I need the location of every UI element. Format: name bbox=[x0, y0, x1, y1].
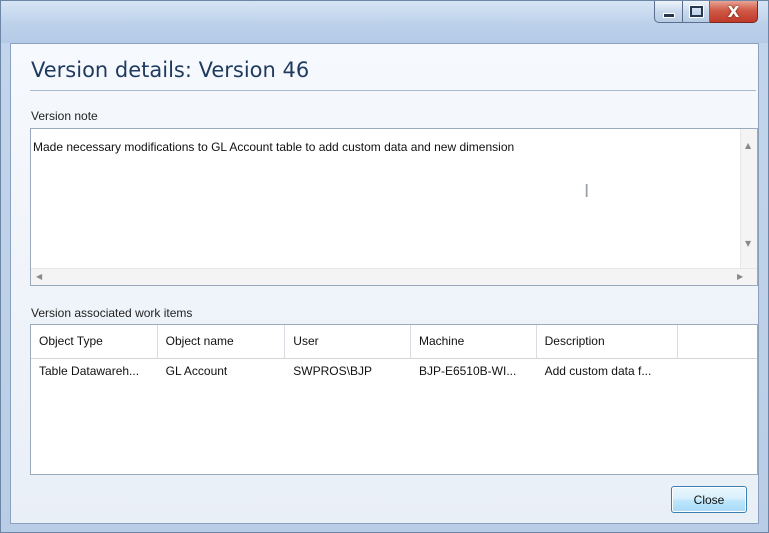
cell-user: SWPROS\BJP bbox=[293, 364, 372, 378]
minimize-icon bbox=[662, 13, 675, 18]
column-header-object-name[interactable]: Object name bbox=[158, 325, 286, 358]
maximize-button[interactable] bbox=[683, 1, 710, 23]
title-bar[interactable]: X bbox=[1, 1, 768, 43]
scroll-right-icon[interactable]: ▶ bbox=[737, 272, 743, 281]
version-details-window: X Version details: Version 46 Version no… bbox=[0, 0, 769, 533]
version-note-textbox[interactable]: Made necessary modifications to GL Accou… bbox=[30, 128, 758, 286]
cell-machine: BJP-E6510B-WI... bbox=[418, 364, 517, 378]
cell-object-type: Table Datawareh... bbox=[39, 364, 140, 378]
i-beam-cursor-icon: I bbox=[584, 181, 590, 202]
vertical-scrollbar[interactable]: ▲ ▼ bbox=[740, 129, 757, 268]
dialog-client-area: Version details: Version 46 Version note… bbox=[10, 43, 759, 524]
cell-object-name: GL Account bbox=[165, 364, 228, 378]
close-button[interactable]: Close bbox=[671, 486, 747, 513]
column-header-object-type[interactable]: Object Type bbox=[31, 325, 158, 358]
scroll-down-icon[interactable]: ▼ bbox=[745, 239, 751, 248]
cell-filler bbox=[678, 358, 757, 384]
horizontal-scrollbar[interactable]: ◀ ▶ bbox=[31, 268, 757, 285]
maximize-icon bbox=[689, 6, 703, 17]
scroll-left-icon[interactable]: ◀ bbox=[36, 272, 42, 281]
column-header-filler bbox=[678, 325, 757, 358]
version-note-text: Made necessary modifications to GL Accou… bbox=[33, 140, 515, 154]
minimize-button[interactable] bbox=[654, 1, 683, 23]
work-items-label: Version associated work items bbox=[31, 306, 193, 320]
work-items-list[interactable]: Object Type Object name User Machine Des… bbox=[30, 324, 758, 475]
list-header: Object Type Object name User Machine Des… bbox=[31, 325, 757, 359]
title-divider bbox=[30, 90, 756, 91]
version-note-label: Version note bbox=[31, 109, 98, 123]
column-header-user[interactable]: User bbox=[285, 325, 411, 358]
scroll-up-icon[interactable]: ▲ bbox=[745, 141, 751, 150]
page-title: Version details: Version 46 bbox=[31, 58, 310, 82]
column-header-machine[interactable]: Machine bbox=[411, 325, 537, 358]
close-icon: X bbox=[727, 2, 740, 21]
caption-buttons: X bbox=[654, 1, 758, 23]
table-row[interactable]: Table Datawareh... GL Account SWPROS\BJP… bbox=[31, 358, 757, 384]
column-header-description[interactable]: Description bbox=[537, 325, 679, 358]
cell-description: Add custom data f... bbox=[544, 364, 652, 378]
close-window-button[interactable]: X bbox=[710, 1, 758, 23]
